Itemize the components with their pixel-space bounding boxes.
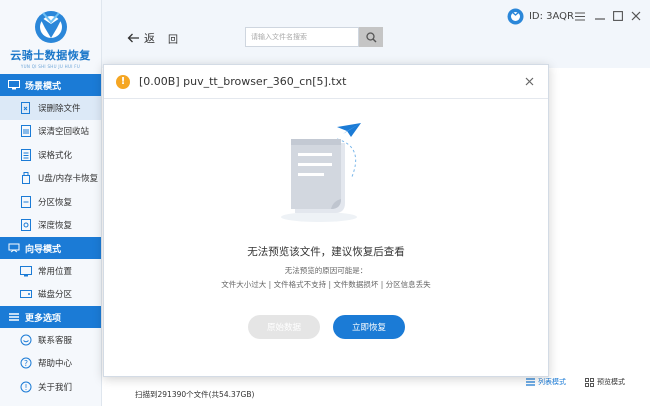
warning-icon: ! — [116, 74, 130, 89]
disk-icon — [20, 290, 32, 299]
back-button[interactable]: 返 — [127, 30, 155, 46]
nav-item-disk-partition[interactable]: 磁盘分区 — [0, 283, 101, 307]
recycle-bin-icon — [21, 125, 31, 138]
svg-text:?: ? — [24, 359, 28, 368]
nav-item-format[interactable]: 误格式化 — [0, 143, 101, 167]
preview-view-toggle[interactable]: 预览模式 — [585, 377, 625, 387]
nav-item-label: 误清空回收站 — [38, 127, 90, 138]
partition-icon — [21, 195, 31, 208]
scan-status: 扫描到291390个文件(共54.37GB) — [135, 390, 255, 399]
minimize-button[interactable] — [594, 10, 606, 22]
usb-icon — [22, 172, 30, 185]
guide-icon — [8, 243, 20, 253]
section-header-label: 更多选项 — [25, 313, 62, 324]
nav-item-deleted-files[interactable]: 误删除文件 — [0, 96, 101, 120]
nav-item-usb-sd[interactable]: U盘/内存卡恢复 — [0, 167, 101, 191]
hamburger-icon — [575, 11, 585, 21]
format-icon — [21, 148, 31, 161]
nav-item-label: 分区恢复 — [38, 197, 73, 208]
menu-button[interactable] — [574, 10, 586, 22]
account-id: ID: 3AQR — [528, 11, 574, 22]
close-window-button[interactable] — [630, 10, 642, 22]
original-data-button[interactable]: 原始数据 — [248, 315, 320, 339]
nav-item-label: 磁盘分区 — [38, 290, 73, 301]
maximize-button[interactable] — [612, 10, 624, 22]
logo-title: 云骑士数据恢复 — [10, 49, 91, 62]
dialog-message: 无法预览该文件，建议恢复后查看 — [247, 246, 405, 258]
help-icon: ? — [20, 357, 32, 369]
logo-subtitle: YUN QI SHI SHU JU HUI FU — [20, 64, 81, 69]
nav-item-label: 帮助中心 — [38, 359, 73, 370]
nav-item-deep-recovery[interactable]: 深度恢复 — [0, 214, 101, 238]
document-illustration-icon — [281, 123, 361, 222]
grid-view-icon — [585, 377, 594, 387]
nav-item-contact-support[interactable]: 联系客服 — [0, 328, 101, 352]
dialog-header: ! [0.00B] puv_tt_browser_360_cn[5].txt — [104, 65, 548, 99]
headset-icon — [20, 334, 32, 346]
restore-now-button[interactable]: 立即恢复 — [333, 315, 405, 339]
section-header-more[interactable]: 更多选项 — [0, 306, 101, 328]
return-button[interactable]: 回 — [168, 31, 178, 46]
info-icon: ! — [20, 381, 32, 393]
sidebar: 云骑士数据恢复 YUN QI SHI SHU JU HUI FU 场景模式 误删… — [0, 0, 102, 406]
location-icon — [20, 265, 32, 277]
preview-view-label: 预览模式 — [597, 378, 625, 386]
nav-item-label: 误格式化 — [38, 150, 73, 161]
preview-dialog: ! [0.00B] puv_tt_browser_360_cn[5].txt 无… — [103, 64, 549, 377]
section-header-label: 场景模式 — [25, 81, 62, 92]
list-view-label: 列表模式 — [538, 378, 566, 386]
search-icon — [365, 31, 376, 42]
file-delete-icon — [21, 101, 30, 114]
logo-icon — [34, 11, 67, 43]
list-view-toggle[interactable]: 列表模式 — [526, 377, 566, 387]
svg-text:!: ! — [24, 383, 27, 392]
section-header-label: 向导模式 — [25, 244, 62, 255]
nav-item-label: U盘/内存卡恢复 — [38, 174, 99, 185]
dialog-title: [0.00B] puv_tt_browser_360_cn[5].txt — [139, 75, 347, 88]
close-icon — [525, 77, 533, 85]
close-icon — [631, 11, 641, 21]
nav-item-label: 关于我们 — [38, 382, 73, 393]
nav-item-label: 误删除文件 — [38, 103, 81, 114]
search-input[interactable]: 请输入文件名搜索 — [245, 27, 359, 47]
nav-item-recycle-bin[interactable]: 误清空回收站 — [0, 120, 101, 144]
arrow-left-icon — [127, 33, 139, 43]
reason-list: 文件大小过大 | 文件格式不支持 | 文件数据损坏 | 分区信息丢失 — [221, 280, 431, 289]
menu-icon — [9, 313, 19, 321]
reason-title: 无法预览的原因可能是： — [284, 266, 368, 275]
dialog-close-button[interactable] — [522, 74, 536, 88]
back-label: 返 — [144, 32, 155, 45]
section-header-scene[interactable]: 场景模式 — [0, 74, 101, 96]
nav-item-help-center[interactable]: ? 帮助中心 — [0, 352, 101, 376]
nav-item-label: 联系客服 — [38, 335, 73, 346]
nav-item-label: 深度恢复 — [38, 221, 73, 232]
nav-item-common-locations[interactable]: 常用位置 — [0, 259, 101, 283]
user-avatar-icon — [507, 8, 524, 25]
list-view-icon — [526, 378, 535, 386]
minimize-icon — [595, 18, 605, 20]
app-logo: 云骑士数据恢复 YUN QI SHI SHU JU HUI FU — [0, 0, 101, 74]
nav-item-about-us[interactable]: ! 关于我们 — [0, 375, 101, 399]
nav-item-partition[interactable]: 分区恢复 — [0, 190, 101, 214]
monitor-icon — [8, 80, 20, 90]
deep-scan-icon — [21, 219, 31, 232]
account-info[interactable]: ID: 3AQR — [507, 8, 574, 25]
section-header-wizard[interactable]: 向导模式 — [0, 237, 101, 259]
search-button[interactable] — [359, 27, 383, 47]
maximize-icon — [613, 11, 623, 21]
nav-item-label: 常用位置 — [38, 266, 73, 277]
